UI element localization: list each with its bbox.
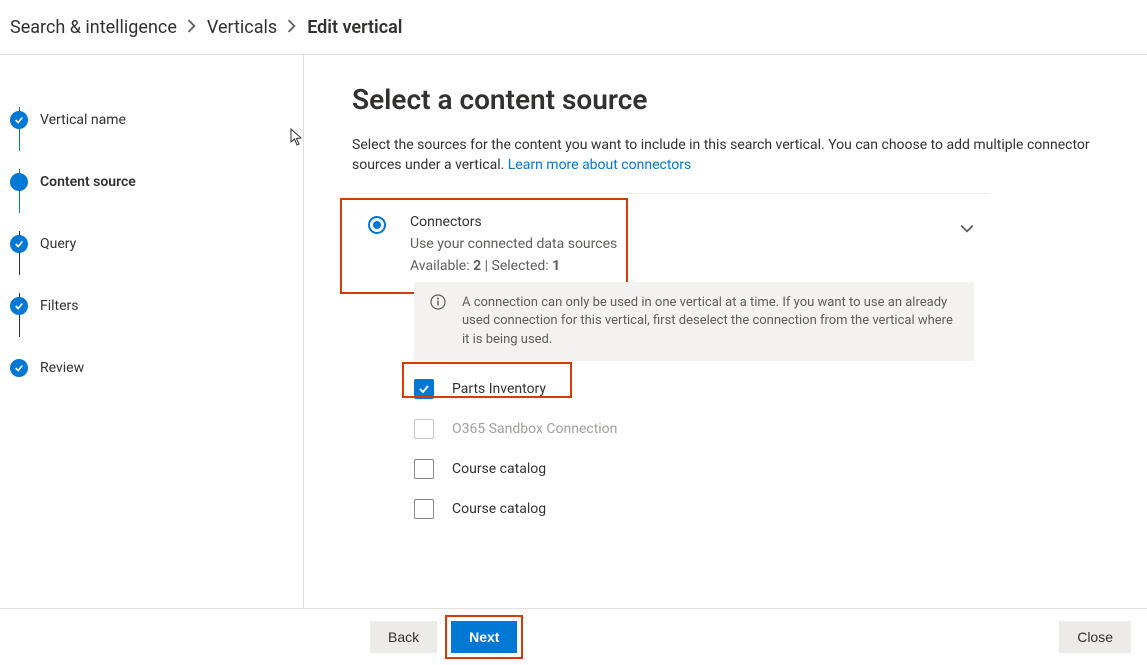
step-review[interactable]: Review <box>10 337 293 399</box>
step-label: Content source <box>40 174 136 190</box>
source-counts: Available: 2 | Selected: 1 <box>410 258 948 274</box>
chevron-right-icon <box>287 17 297 38</box>
info-banner: A connection can only be used in one ver… <box>414 282 974 361</box>
step-label: Query <box>40 236 76 252</box>
chevron-right-icon <box>187 17 197 38</box>
breadcrumb-item-search[interactable]: Search & intelligence <box>10 17 177 38</box>
check-icon <box>10 359 28 377</box>
checkbox-checked-icon[interactable] <box>414 379 434 399</box>
page-description: Select the sources for the content you w… <box>352 136 1099 175</box>
step-vertical-name[interactable]: Vertical name <box>10 89 293 151</box>
checkbox-icon[interactable] <box>414 499 434 519</box>
breadcrumb-item-current: Edit vertical <box>307 17 402 38</box>
connector-label: Parts Inventory <box>452 381 546 397</box>
close-button[interactable]: Close <box>1059 621 1131 653</box>
step-label: Review <box>40 360 84 376</box>
radio-selected-icon[interactable] <box>368 216 386 234</box>
back-button[interactable]: Back <box>370 621 437 653</box>
step-label: Filters <box>40 298 79 314</box>
connector-item-course-catalog-2[interactable]: Course catalog <box>414 489 990 529</box>
wizard-steps: Vertical name Content source Query Fi <box>0 55 304 608</box>
connector-item-o365-sandbox: O365 Sandbox Connection <box>414 409 990 449</box>
source-name: Connectors <box>410 214 948 230</box>
breadcrumb: Search & intelligence Verticals Edit ver… <box>0 0 1147 55</box>
step-filters[interactable]: Filters <box>10 275 293 337</box>
info-icon <box>430 294 446 310</box>
page-title: Select a content source <box>352 83 1099 116</box>
chevron-down-icon[interactable] <box>960 222 974 240</box>
connector-label: Course catalog <box>452 501 546 517</box>
check-icon <box>10 111 28 129</box>
breadcrumb-item-verticals[interactable]: Verticals <box>207 17 277 38</box>
connector-item-course-catalog-1[interactable]: Course catalog <box>414 449 990 489</box>
next-button[interactable]: Next <box>451 621 517 653</box>
connector-item-parts-inventory[interactable]: Parts Inventory <box>414 369 990 409</box>
wizard-footer: Back Next Close <box>0 608 1147 665</box>
source-subtitle: Use your connected data sources <box>410 236 948 252</box>
checkbox-icon[interactable] <box>414 459 434 479</box>
check-icon <box>10 297 28 315</box>
connector-label: O365 Sandbox Connection <box>452 421 617 437</box>
step-content-source[interactable]: Content source <box>10 151 293 213</box>
learn-more-link[interactable]: Learn more about connectors <box>508 157 691 173</box>
checkbox-disabled-icon <box>414 419 434 439</box>
step-label: Vertical name <box>40 112 126 128</box>
content-source-connectors[interactable]: Connectors Use your connected data sourc… <box>352 206 990 282</box>
dot-icon <box>10 173 28 191</box>
step-query[interactable]: Query <box>10 213 293 275</box>
connector-label: Course catalog <box>452 461 546 477</box>
check-icon <box>10 235 28 253</box>
